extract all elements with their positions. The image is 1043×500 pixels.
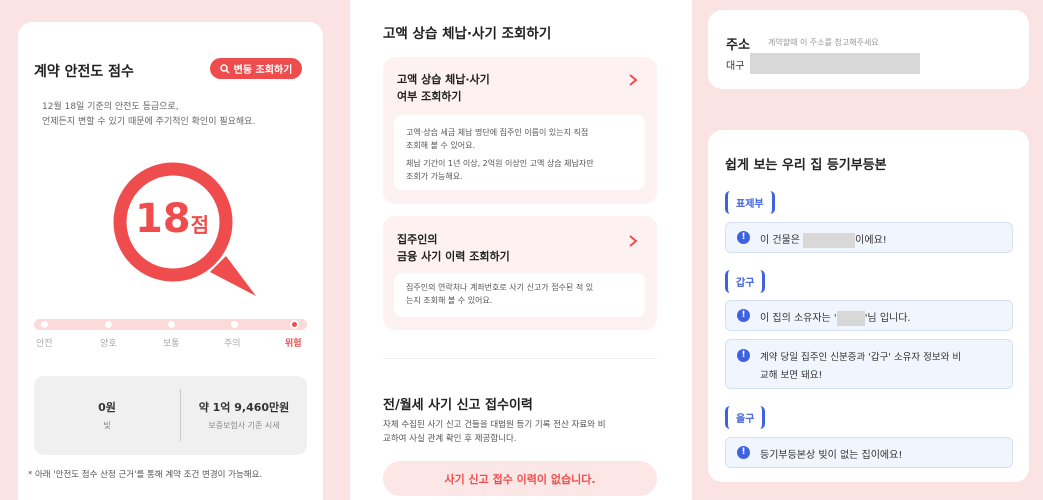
owner-verify-line2: 교해 보면 돼요! — [760, 370, 823, 381]
building-info-text: 이 건물은 이에요! — [760, 231, 887, 248]
score-footnote: * 아래 '안전도 점수 산정 근거'를 통해 계약 조건 변경이 가능해요. — [28, 470, 263, 480]
safety-score-desc-line1: 12월 18일 기준의 안전도 등급으로, — [42, 102, 179, 112]
market-price-label: 보증보험사 기준 시세 — [208, 421, 280, 430]
tax-default-title-line1: 고액 상습 체납·사기 — [397, 73, 490, 86]
safety-score-panel: 계약 안전도 점수 변동 조회하기 12월 18일 기준의 안전도 등급으로, … — [0, 0, 350, 500]
registry-panel: 주소 계약할때 이 주소를 참고해주세요 대구 쉽게 보는 우리 집 등기부등본… — [692, 0, 1043, 500]
section-tag-title-part-label: 표제부 — [736, 199, 764, 210]
section-tag-gapgu: 갑구 — [725, 270, 766, 293]
fraud-check-panel: 고액 상습 체납·사기 조회하기 고액 상습 체납·사기 여부 조회하기 고액·… — [350, 0, 692, 500]
financial-fraud-title-line2: 금융 사기 이력 조회하기 — [397, 250, 510, 263]
address-card: 주소 계약할때 이 주소를 참고해주세요 대구 — [708, 10, 1029, 89]
info-icon: ! — [737, 231, 750, 244]
score-value: 18점 — [122, 196, 222, 242]
fraud-report-result-text: 사기 신고 접수 이력이 없습니다. — [444, 472, 596, 486]
chevron-right-icon[interactable] — [628, 232, 638, 247]
debt-label: 빚 — [103, 421, 111, 430]
financial-fraud-info-box: 집주인의 연락처나 계좌번호로 사기 신고가 접수된 적 있 는지 조회해 볼 … — [394, 273, 645, 317]
fraud-section-title: 고액 상습 체납·사기 조회하기 — [383, 26, 552, 42]
tax-default-card[interactable]: 고액 상습 체납·사기 여부 조회하기 고액·상습 세금 체납 명단에 집주인 … — [383, 57, 657, 204]
market-price-value: 약 1억 9,460만원 — [198, 401, 290, 414]
scale-label-danger: 위험 — [285, 339, 302, 349]
owner-info-item: ! 이 집의 소유자는 ' '님 입니다. — [725, 300, 1013, 331]
score-unit: 점 — [190, 213, 210, 237]
section-tag-title-part: 표제부 — [725, 191, 775, 214]
chevron-right-icon[interactable] — [628, 71, 638, 86]
building-info-pre: 이 건물은 — [760, 235, 800, 246]
tax-default-body2-line2: 조회가 가능해요. — [406, 172, 463, 181]
section-tag-eulgu-label: 을구 — [736, 414, 755, 425]
owner-verify-line1: 계약 당일 집주인 신분증과 '갑구' 소유자 정보와 비 — [760, 352, 962, 363]
owner-name-redacted — [836, 310, 865, 326]
owner-verify-item: ! 계약 당일 집주인 신분증과 '갑구' 소유자 정보와 비 교해 보면 돼요… — [725, 339, 1013, 389]
fraud-report-desc-line1: 자체 수집된 사기 신고 건들을 대법원 등기 기록 전산 자료와 비 — [383, 420, 606, 430]
scale-dot-safe — [41, 321, 48, 328]
risk-scale-bar — [34, 319, 307, 330]
safety-score-title: 계약 안전도 점수 — [34, 64, 134, 80]
tax-default-body1-line2: 조회해 볼 수 있어요. — [406, 141, 476, 150]
financial-fraud-card[interactable]: 집주인의 금융 사기 이력 조회하기 집주인의 연락처나 계좌번호로 사기 신고… — [383, 216, 657, 330]
scale-dot-caution — [231, 321, 238, 328]
registry-title: 쉽게 보는 우리 집 등기부등본 — [725, 158, 887, 173]
building-info-post: 이에요! — [855, 235, 887, 246]
tax-default-title-line2: 여부 조회하기 — [397, 90, 462, 103]
address-prefix: 대구 — [726, 61, 745, 72]
info-icon: ! — [737, 349, 750, 362]
owner-info-post: '님 입니다. — [864, 313, 911, 324]
safety-score-desc-line2: 언제든지 변할 수 있기 때문에 주기적인 확인이 필요해요. — [42, 117, 256, 127]
financial-fraud-title-line1: 집주인의 — [397, 233, 438, 246]
scale-label-normal: 보통 — [163, 339, 180, 349]
search-icon — [219, 63, 230, 74]
safety-score-card: 계약 안전도 점수 변동 조회하기 12월 18일 기준의 안전도 등급으로, … — [18, 22, 323, 500]
fraud-report-title: 전/월세 사기 신고 접수이력 — [383, 398, 533, 413]
scale-dot-danger — [290, 320, 299, 329]
owner-info-pre: 이 집의 소유자는 ' — [760, 313, 837, 324]
stats-box: 0원 빚 약 1억 9,460만원 보증보험사 기준 시세 — [34, 376, 307, 455]
tax-default-body2-line1: 체납 기간이 1년 이상, 2억원 이상인 고액 상습 체납자만 — [406, 159, 594, 168]
scale-dot-good — [105, 321, 112, 328]
address-label: 주소 — [726, 38, 750, 53]
debt-free-item: ! 등기부등본상 빚이 없는 집이에요! — [725, 437, 1013, 468]
info-icon: ! — [737, 309, 750, 322]
registry-card: 쉽게 보는 우리 집 등기부등본 표제부 ! 이 건물은 이에요! 갑구 ! 이… — [708, 130, 1029, 482]
fraud-report-result: 사기 신고 접수 이력이 없습니다. — [383, 461, 657, 496]
scale-label-safe: 안전 — [36, 339, 53, 349]
building-type-redacted — [803, 232, 856, 248]
debt-value: 0원 — [98, 401, 116, 414]
section-divider — [383, 358, 657, 359]
address-hint: 계약할때 이 주소를 참고해주세요 — [768, 38, 879, 47]
section-tag-eulgu: 을구 — [725, 406, 766, 429]
score-number: 18 — [134, 196, 191, 242]
owner-info-text: 이 집의 소유자는 ' '님 입니다. — [760, 309, 911, 326]
building-info-item: ! 이 건물은 이에요! — [725, 222, 1013, 253]
change-check-label: 변동 조회하기 — [233, 65, 293, 76]
financial-fraud-body-line1: 집주인의 연락처나 계좌번호로 사기 신고가 접수된 적 있 — [406, 283, 594, 292]
scale-dot-normal — [168, 321, 175, 328]
section-tag-gapgu-label: 갑구 — [736, 278, 755, 289]
scale-label-caution: 주의 — [224, 339, 241, 349]
debt-free-text: 등기부등본상 빚이 없는 집이에요! — [760, 450, 903, 461]
fraud-report-desc-line2: 교하여 사실 관계 확인 후 제공합니다. — [383, 434, 517, 444]
change-check-button[interactable]: 변동 조회하기 — [210, 58, 302, 79]
tax-default-body1-line1: 고액·상습 세금 체납 명단에 집주인 이름이 있는지 직접 — [406, 128, 589, 137]
scale-label-good: 양호 — [100, 339, 117, 349]
info-icon: ! — [737, 446, 750, 459]
tax-default-info-box: 고액·상습 세금 체납 명단에 집주인 이름이 있는지 직접 조회해 볼 수 있… — [394, 115, 645, 190]
financial-fraud-body-line2: 는지 조회해 볼 수 있어요. — [406, 296, 493, 305]
address-redacted — [750, 53, 920, 74]
stats-divider — [180, 389, 181, 441]
